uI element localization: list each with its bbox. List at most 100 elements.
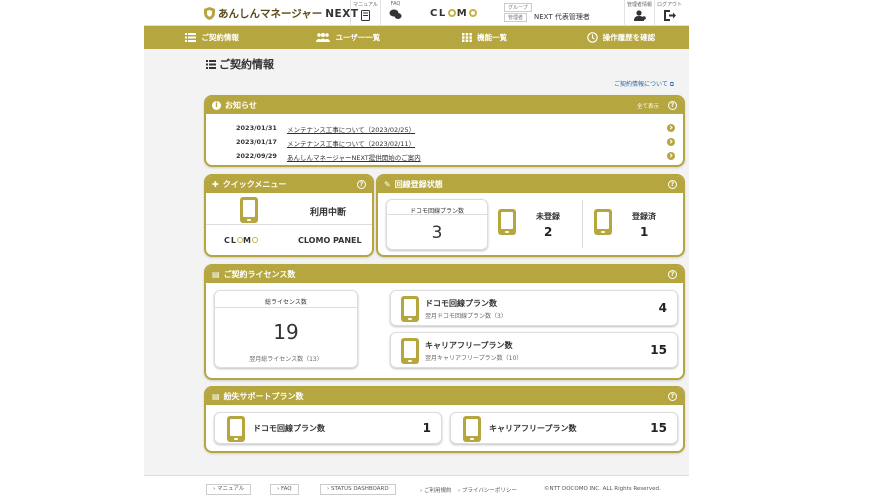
footer-terms-link[interactable]: › ご利用規約: [420, 486, 451, 494]
list-icon: [185, 33, 197, 42]
show-all-link[interactable]: 全て表示: [637, 102, 659, 110]
pin-icon: ✚: [212, 180, 219, 189]
license-panel: ▤ ご契約ライセンス数 ? 総ライセンス数 19 翌月総ライセンス数（13） ド…: [204, 264, 685, 380]
quick-menu-title: クイックメニュー: [222, 180, 287, 189]
chevron-right-icon[interactable]: [667, 124, 675, 132]
admin-user-icon: [633, 10, 646, 21]
docomo-license-card: ドコモ回線プラン数 翌月ドコモ回線プラン数（3） 4: [390, 290, 678, 326]
users-icon: [316, 33, 331, 42]
docomo-license-next: 翌月ドコモ回線プラン数（3）: [425, 313, 507, 320]
registration-header: ✎ 回線登録状態 ?: [378, 176, 683, 193]
lost-carrier-free-count: 15: [650, 421, 667, 435]
external-link-icon: ⧉: [669, 81, 675, 88]
shield-icon: [204, 7, 215, 20]
admin-info-label: 管理者情報: [626, 2, 652, 8]
total-license-label: 総ライセンス数: [265, 299, 307, 306]
carrier-free-license-card: キャリアフリープラン数 翌月キャリアフリープラン数（10） 15: [390, 332, 678, 368]
list-icon: [206, 59, 216, 69]
clock-icon: [586, 32, 598, 43]
news-title-link[interactable]: メンテナンス工事について（2023/02/25）: [287, 124, 415, 134]
admin-info-button[interactable]: 管理者情報: [624, 0, 654, 26]
footer-copyright: ©NTT DOCOMO INC. ALL Rights Reserved.: [544, 486, 661, 492]
lost-support-panel: ▤ 紛失サポートプラン数 ? ドコモ回線プラン数 1 キャリアフリープラン数 1…: [204, 386, 685, 453]
help-icon[interactable]: ?: [668, 101, 677, 110]
top-bar: あんしんマネージャー NEXT マニュアル FAQ CL M グループ 管理者 NE…: [144, 0, 689, 26]
nav-operation-history[interactable]: 操作履歴を確認: [553, 26, 689, 49]
unregistered-count: 2: [544, 225, 553, 239]
clomo-small-logo: CL M: [224, 236, 258, 245]
logout-button[interactable]: ログアウト: [654, 0, 684, 26]
news-title: お知らせ: [225, 101, 257, 110]
lost-carrier-free-card: キャリアフリープラン数 15: [450, 412, 678, 444]
next-month-total: 翌月総ライセンス数（13）: [249, 356, 323, 363]
news-title-link[interactable]: メンテナンス工事について（2023/02/11）: [287, 138, 415, 148]
news-date: 2023/01/17: [236, 138, 277, 146]
contract-info-link-text: ご契約情報について: [614, 81, 668, 88]
help-icon[interactable]: ?: [668, 180, 677, 189]
footer-faq-link[interactable]: › FAQ: [270, 484, 299, 495]
license-header: ▤ ご契約ライセンス数 ?: [206, 266, 683, 283]
logout-label: ログアウト: [656, 2, 682, 8]
suspend-label: 利用中断: [310, 208, 347, 218]
manual-label: マニュアル: [353, 2, 378, 8]
edit-icon: ✎: [384, 180, 391, 189]
faq-label: FAQ: [390, 1, 401, 7]
news-date: 2022/09/29: [236, 152, 277, 160]
help-icon[interactable]: ?: [668, 392, 677, 401]
app-name: あんしんマネージャー: [218, 8, 323, 20]
lost-docomo-card: ドコモ回線プラン数 1: [214, 412, 442, 444]
lost-docomo-label: ドコモ回線プラン数: [253, 424, 325, 433]
nav-function-list[interactable]: 機能一覧: [417, 26, 553, 49]
phone-check-icon: [594, 209, 612, 235]
total-license-card: 総ライセンス数 19 翌月総ライセンス数（13）: [214, 290, 358, 368]
user-name: NEXT 代表管理者: [534, 13, 590, 21]
registration-title: 回線登録状態: [394, 180, 443, 189]
clomo-panel-menu-item[interactable]: CL M CLOMO PANEL: [206, 226, 372, 255]
total-license-count: 19: [273, 320, 299, 344]
help-icon[interactable]: ?: [357, 180, 366, 189]
news-item[interactable]: 2023/01/31 メンテナンス工事について（2023/02/25）: [236, 124, 415, 134]
footer-manual-link[interactable]: › マニュアル: [206, 484, 252, 495]
app-logo[interactable]: あんしんマネージャー NEXT: [204, 6, 358, 21]
chevron-right-icon[interactable]: [667, 138, 675, 146]
news-item[interactable]: 2022/09/29 あんしんマネージャーNEXT提供開始のご案内: [236, 152, 421, 162]
nav-contract-info[interactable]: ご契約情報: [144, 26, 280, 49]
chevron-right-icon[interactable]: [667, 152, 675, 160]
carrier-free-license-label: キャリアフリープラン数: [425, 341, 513, 350]
nav-function-list-label: 機能一覧: [477, 33, 508, 42]
role-tag: 管理者: [504, 13, 528, 22]
news-date: 2023/01/31: [236, 124, 277, 132]
manual-icon: [361, 10, 370, 21]
manual-button[interactable]: マニュアル: [350, 0, 380, 26]
page-title: ご契約情報: [206, 56, 274, 72]
clomo-logo: CL M: [430, 8, 478, 19]
phone-suspend-icon: [240, 197, 258, 223]
suspend-menu-item[interactable]: 利用中断: [206, 195, 372, 225]
app-frame: あんしんマネージャー NEXT マニュアル FAQ CL M グループ 管理者 NE…: [144, 0, 689, 500]
page-title-text: ご契約情報: [219, 58, 274, 71]
lost-docomo-count: 1: [422, 421, 431, 435]
footer-status-link[interactable]: › STATUS DASHBOARD: [320, 484, 396, 495]
help-icon[interactable]: ?: [668, 270, 677, 279]
clomo-panel-label: CLOMO PANEL: [298, 236, 362, 245]
news-panel: i お知らせ 全て表示 ? 2023/01/31 メンテナンス工事について（202…: [204, 95, 685, 167]
lost-support-title: 紛失サポートプラン数: [223, 392, 304, 401]
docomo-license-label: ドコモ回線プラン数: [425, 299, 497, 308]
contract-info-link[interactable]: ご契約情報について ⧉: [614, 79, 674, 89]
news-title-link[interactable]: あんしんマネージャーNEXT提供開始のご案内: [287, 152, 421, 162]
nav-user-list[interactable]: ユーザー一覧: [280, 26, 416, 49]
docomo-license-count: 4: [658, 301, 667, 315]
news-item[interactable]: 2023/01/17 メンテナンス工事について（2023/02/11）: [236, 138, 415, 148]
id-card-icon: ▤: [212, 392, 220, 401]
lost-support-header: ▤ 紛失サポートプラン数 ?: [206, 388, 683, 405]
quick-menu-panel: ✚ クイックメニュー ? 利用中断 CL M CLOMO PANEL: [204, 174, 374, 257]
nav-operation-history-label: 操作履歴を確認: [602, 33, 656, 42]
footer-privacy-link[interactable]: › プライバシーポリシー: [458, 486, 517, 494]
phone-icon: [498, 209, 516, 235]
faq-button[interactable]: FAQ: [380, 0, 410, 26]
user-info: グループ 管理者 NEXT 代表管理者: [504, 3, 590, 23]
lost-carrier-free-label: キャリアフリープラン数: [489, 424, 577, 433]
unregistered-label: 未登録: [536, 212, 560, 221]
info-icon: i: [212, 101, 221, 110]
registration-panel: ✎ 回線登録状態 ? ドコモ回線プラン数 3 未登録 2 登録済 1: [376, 174, 685, 257]
